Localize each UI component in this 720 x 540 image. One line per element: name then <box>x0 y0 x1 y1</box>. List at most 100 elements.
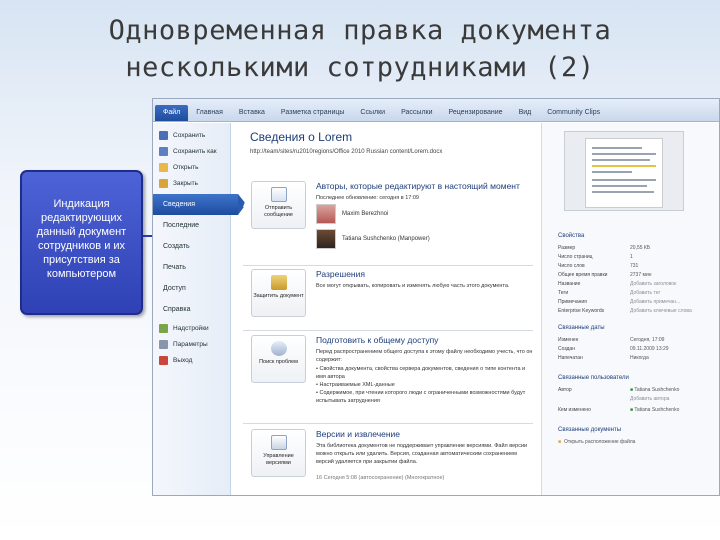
nav-section-new[interactable]: Создать <box>153 236 230 257</box>
autosave-version[interactable]: 16 Сегодня 5:08 (автосохранение) (Многок… <box>316 474 536 482</box>
versions-block: Управление версиями Версии и извлечение … <box>241 429 541 495</box>
prepare-block: Поиск проблем Подготовить к общему досту… <box>241 335 541 430</box>
people-row[interactable]: Добавить автора <box>558 396 718 402</box>
save-icon <box>159 130 168 140</box>
tab-review[interactable]: Рецензирование <box>441 109 511 121</box>
nav-section-share[interactable]: Доступ <box>153 278 230 299</box>
avatar <box>316 204 336 224</box>
property-row[interactable]: Название Добавить заголовок <box>558 281 718 287</box>
callout-line: данный документ <box>36 226 127 238</box>
slide-title-line1: Одновременная правка документа <box>108 15 612 46</box>
tab-insert[interactable]: Вставка <box>231 109 273 121</box>
property-row: Число страниц 1 <box>558 254 633 260</box>
tab-home[interactable]: Главная <box>188 109 231 121</box>
people-row[interactable]: Автор ■ Tatiana Sushchenko <box>558 387 718 393</box>
nav-exit[interactable]: Выход <box>153 352 230 368</box>
property-row[interactable]: Enterprise Keywords Добавить ключевые сло… <box>558 308 718 314</box>
ribbon-tabs: Файл Главная Вставка Разметка страницы С… <box>153 99 719 122</box>
callout-line: Индикация <box>53 198 110 210</box>
info-title: Сведения о Lorem <box>250 130 353 144</box>
nav-section-recent[interactable]: Последние <box>153 215 230 236</box>
author-name: Maxim Berezhnoi <box>342 211 389 217</box>
thumbnail-page <box>585 138 663 208</box>
document-thumbnail[interactable] <box>564 131 684 211</box>
mouse-cursor-icon <box>243 199 249 207</box>
prepare-bullets: • Свойства документа, свойства сервера д… <box>316 365 536 405</box>
related-docs-header: Связанные документы <box>558 427 622 433</box>
nav-save[interactable]: Сохранить <box>153 127 230 143</box>
author-person[interactable]: Tatiana Sushchenko (Manpower) <box>316 228 536 250</box>
nav-open-label: Открыть <box>173 163 199 171</box>
tab-mailings[interactable]: Рассылки <box>393 109 440 121</box>
tab-file[interactable]: Файл <box>155 105 189 121</box>
versions-icon <box>271 435 287 450</box>
permissions-text: Все могут открывать, копировать и изменя… <box>316 283 510 289</box>
protect-document-button[interactable]: Защитить документ <box>251 269 306 317</box>
nav-addins[interactable]: Надстройки <box>153 320 230 336</box>
permissions-heading: Разрешения <box>316 269 365 279</box>
inspect-icon <box>271 341 287 356</box>
dates-header: Связанные даты <box>558 325 605 331</box>
people-header: Связанные пользователи <box>558 375 629 381</box>
callout-box: Индикация редактирующих данный документ … <box>20 170 143 315</box>
nav-close-label: Закрыть <box>173 179 199 187</box>
list-item: • Настраиваемые XML-данные <box>316 382 395 388</box>
authors-heading: Авторы, которые редактируют в настоящий … <box>316 181 520 191</box>
save-as-icon <box>159 146 168 156</box>
property-row[interactable]: Теги Добавить тег <box>558 290 718 296</box>
nav-section-info-label: Сведения <box>163 201 195 208</box>
nav-save-label: Сохранить <box>173 131 206 139</box>
property-row: Размер 20,55 КБ <box>558 245 651 251</box>
nav-close[interactable]: Закрыть <box>153 175 230 191</box>
date-row: Изменен Сегодня, 17:09 <box>558 337 665 343</box>
app-screenshot: Файл Главная Вставка Разметка страницы С… <box>152 98 720 496</box>
nav-section-info[interactable]: Сведения <box>153 194 246 215</box>
list-item: • Свойства документа, свойства сервера д… <box>316 366 526 380</box>
nav-section-help[interactable]: Справка <box>153 299 230 320</box>
slide-title-line2: несколькими сотрудниками (2) <box>125 52 595 83</box>
tab-page-layout[interactable]: Разметка страницы <box>273 109 353 121</box>
callout-line: компьютером <box>46 268 117 280</box>
info-panel: Сведения о Lorem http://team/sites/ru201… <box>233 123 541 495</box>
avatar <box>316 229 336 249</box>
nav-section-print[interactable]: Печать <box>153 257 230 278</box>
people-row[interactable]: Кем изменено ■ Tatiana Sushchenko <box>558 407 718 413</box>
addins-icon <box>159 323 168 333</box>
tab-community-clips[interactable]: Community Clips <box>539 109 608 121</box>
send-message-button[interactable]: Отправить сообщение <box>251 181 306 229</box>
check-issues-button[interactable]: Поиск проблем <box>251 335 306 383</box>
author-person[interactable]: Maxim Berezhnoi <box>316 203 536 225</box>
permissions-block: Защитить документ Разрешения Все могут о… <box>241 269 541 329</box>
tab-references[interactable]: Ссылки <box>352 109 393 121</box>
prepare-heading: Подготовить к общему доступу <box>316 335 439 345</box>
lock-icon <box>271 275 287 290</box>
section-divider <box>243 330 533 331</box>
slide-title: Одновременная правка документа нескольки… <box>0 12 720 86</box>
nav-open[interactable]: Открыть <box>153 159 230 175</box>
tab-view[interactable]: Вид <box>511 109 540 121</box>
manage-versions-button[interactable]: Управление версиями <box>251 429 306 477</box>
folder-icon: ■ <box>558 439 562 445</box>
document-path[interactable]: http://team/sites/ru2010regions/Office 2… <box>250 149 442 155</box>
nav-exit-label: Выход <box>173 356 193 364</box>
section-divider <box>243 265 533 266</box>
open-file-location-link[interactable]: ■ Открыть расположение файла <box>558 439 718 445</box>
versions-heading: Версии и извлечение <box>316 429 401 439</box>
nav-addins-label: Надстройки <box>173 324 209 332</box>
mail-icon <box>271 187 287 202</box>
nav-options-label: Параметры <box>173 340 208 348</box>
options-icon <box>159 339 168 349</box>
authors-block: Отправить сообщение Авторы, которые реда… <box>241 181 541 271</box>
authors-updated: Последнее обновление: сегодня в 17:09 <box>316 195 419 201</box>
nav-save-as-label: Сохранить как <box>173 147 217 155</box>
nav-options[interactable]: Параметры <box>153 336 230 352</box>
nav-save-as[interactable]: Сохранить как <box>153 143 230 159</box>
callout-line: редактирующих <box>40 212 123 224</box>
author-name: Tatiana Sushchenko (Manpower) <box>342 236 430 242</box>
property-row: Общее время правки 2737 мин <box>558 272 652 278</box>
property-row[interactable]: Примечания Добавить примечан... <box>558 299 718 305</box>
exit-icon <box>159 355 168 365</box>
callout-line: сотрудников и их <box>37 240 126 252</box>
callout-line: присутствия за <box>43 254 120 266</box>
properties-header[interactable]: Свойства <box>558 233 584 239</box>
